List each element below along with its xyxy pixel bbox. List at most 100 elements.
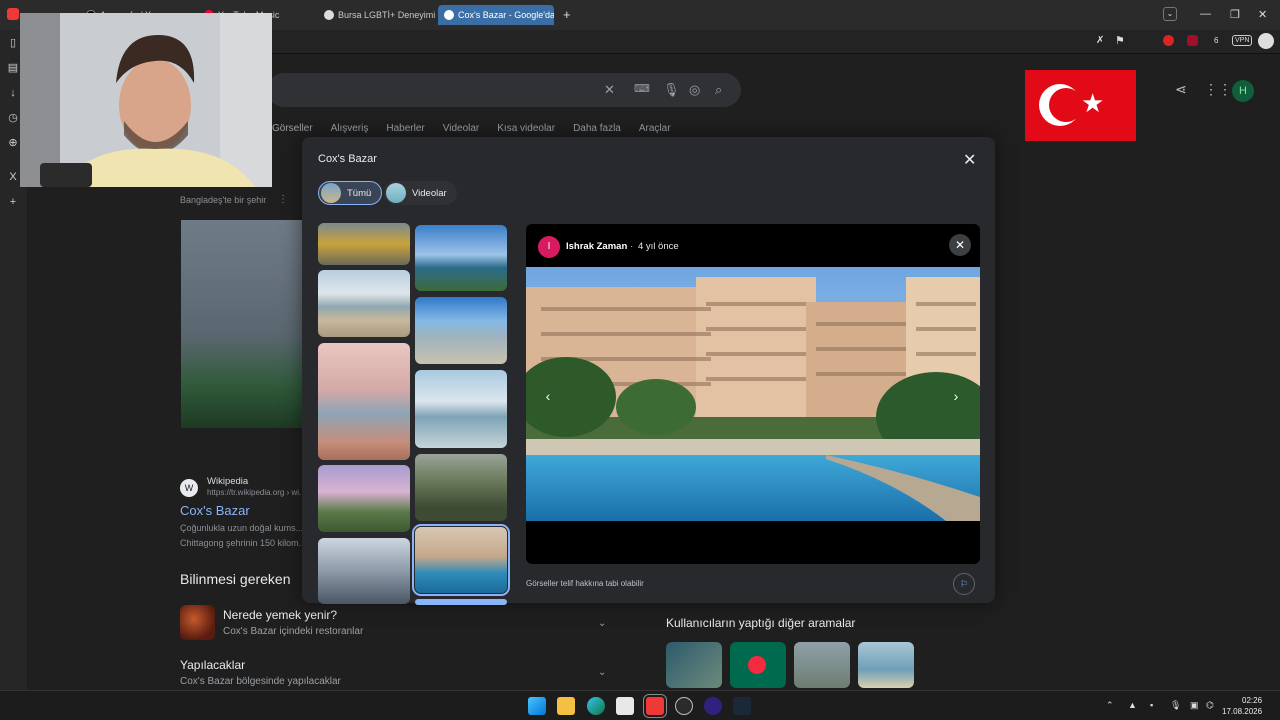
mic-icon[interactable]: 🎙 — [663, 82, 680, 98]
ublock-icon[interactable] — [1187, 35, 1198, 46]
author-name[interactable]: Ishrak Zaman — [566, 241, 627, 252]
maximize-button[interactable]: ❐ — [1230, 8, 1240, 21]
tray-app-icon[interactable]: ▣ — [1190, 700, 1199, 711]
bookmarks-panel-icon[interactable]: ▤ — [6, 61, 20, 75]
steam-icon[interactable] — [733, 697, 751, 715]
gallery-thumbnail[interactable] — [415, 225, 507, 291]
tab-list-chevron-icon[interactable]: ⌄ — [1163, 7, 1177, 21]
window-close-button[interactable]: ✕ — [1258, 8, 1267, 21]
tray-expand-icon[interactable]: ⌃ — [1106, 700, 1114, 711]
chevron-down-icon[interactable]: ⌄ — [598, 618, 606, 629]
clear-search-icon[interactable]: ✕ — [604, 82, 615, 98]
bookmark-icon[interactable]: ⚑ — [1115, 34, 1125, 47]
gallery-thumbnail[interactable] — [318, 538, 410, 604]
downloads-panel-icon[interactable]: ↓ — [6, 86, 20, 100]
author-avatar[interactable]: I — [538, 236, 560, 258]
tab-videos[interactable]: Videolar — [443, 123, 480, 134]
clock-date: 17.08.2026 — [1222, 707, 1263, 716]
gallery-thumbnail-selected[interactable] — [412, 524, 510, 596]
accordion-title[interactable]: Nerede yemek yenir? — [223, 608, 337, 622]
chip-videos[interactable]: Videolar — [384, 181, 457, 205]
translate-icon[interactable]: ✗ — [1096, 35, 1104, 46]
gallery-thumbnail[interactable] — [318, 465, 410, 532]
vivaldi-menu-icon[interactable] — [7, 8, 19, 20]
share-icon[interactable]: ⋖ — [1175, 81, 1187, 98]
gallery-thumbnail[interactable] — [415, 454, 507, 521]
close-icon[interactable]: ✕ — [963, 150, 976, 170]
gallery-thumbnail[interactable] — [318, 270, 410, 337]
tab-shopping[interactable]: Alışveriş — [331, 123, 369, 134]
tab-bursa-lgbti[interactable]: Bursa LGBTİ+ Deneyimi Öz — [318, 5, 436, 25]
windows-taskbar: ⌃ ▲ ▪ 🎙 ▣ ⌬ 02:26 17.08.2026 — [0, 690, 1280, 720]
chatgpt-icon[interactable] — [675, 697, 693, 715]
search-icon[interactable]: ⌕ — [715, 82, 722, 98]
gallery-thumbnail[interactable] — [415, 297, 507, 364]
gallery-thumbnail[interactable] — [415, 599, 507, 605]
chip-all[interactable]: Tümü — [318, 181, 383, 205]
chevron-right-icon[interactable]: › — [946, 386, 966, 406]
tab-more[interactable]: Daha fazla — [573, 123, 621, 134]
system-clock[interactable]: 02:26 17.08.2026 — [1222, 695, 1262, 717]
turkey-flag-image: ★ — [1025, 70, 1136, 141]
profile-avatar[interactable] — [1258, 33, 1274, 49]
accordion-subtitle: Cox's Bazar içindeki restoranlar — [223, 626, 364, 637]
x-panel-icon[interactable]: X — [6, 170, 20, 184]
camera-icon[interactable]: ◎ — [689, 82, 700, 98]
panel-toggle-icon[interactable]: ▯ — [6, 36, 20, 50]
bangladesh-flag-disc — [748, 656, 766, 674]
chevron-left-icon[interactable]: ‹ — [538, 386, 558, 406]
file-explorer-icon[interactable] — [557, 697, 575, 715]
mic-icon[interactable]: 🎙 — [1170, 700, 1181, 711]
tray-app-icon[interactable]: ▪ — [1150, 700, 1153, 710]
account-avatar[interactable]: H — [1232, 80, 1254, 102]
hotel-pool-photo[interactable] — [526, 267, 980, 521]
tab-tools[interactable]: Araçlar — [639, 123, 671, 134]
edge-icon[interactable] — [587, 697, 605, 715]
obs-icon[interactable] — [704, 697, 722, 715]
notification-count[interactable]: 6 — [1214, 36, 1218, 45]
history-panel-icon[interactable]: ◷ — [6, 111, 20, 125]
network-icon[interactable]: ⌬ — [1206, 700, 1214, 711]
related-search-thumb[interactable] — [794, 642, 850, 688]
wiki-snippet: Chittagong şehrinin 150 kilom... — [180, 538, 307, 548]
tray-app-icon[interactable]: ▲ — [1128, 700, 1137, 710]
store-icon[interactable] — [616, 697, 634, 715]
minimize-button[interactable]: — — [1200, 8, 1211, 20]
start-button[interactable] — [528, 697, 546, 715]
tab-images[interactable]: Görseller — [272, 123, 313, 134]
city-photo[interactable] — [181, 220, 302, 428]
tab-short-videos[interactable]: Kısa videolar — [497, 123, 555, 134]
gallery-thumbnail[interactable] — [318, 223, 410, 265]
tab-google-search[interactable]: Cox's Bazar - Google'da Ar — [438, 5, 554, 25]
accordion-subtitle: Cox's Bazar bölgesinde yapılacaklar — [180, 676, 341, 687]
flag-icon[interactable]: ⚐ — [953, 573, 975, 595]
gallery-thumbnail[interactable] — [318, 343, 410, 460]
webcam-overlay — [20, 13, 272, 187]
related-search-thumb[interactable] — [666, 642, 722, 688]
close-icon[interactable]: ✕ — [949, 234, 971, 256]
reading-list-icon[interactable]: ⊕ — [6, 136, 20, 150]
more-options-icon[interactable]: ⋮ — [278, 194, 288, 205]
wiki-title-link[interactable]: Cox's Bazar — [180, 503, 250, 518]
gallery-thumbnail[interactable] — [415, 370, 507, 448]
vivaldi-taskbar-icon[interactable] — [643, 694, 667, 718]
section-heading: Bilinmesi gereken — [180, 571, 291, 587]
hotel-pool-illustration — [526, 267, 980, 521]
vpn-button[interactable]: VPN — [1232, 35, 1253, 46]
related-searches-heading: Kullanıcıların yaptığı diğer aramalar — [666, 616, 856, 630]
apps-icon[interactable]: ⋮⋮ — [1204, 81, 1232, 98]
keyboard-icon[interactable]: ⌨ — [634, 82, 650, 95]
image-viewer-dialog: Cox's Bazar ✕ Tümü Videolar I Ishrak Zam… — [302, 137, 995, 605]
separator: · — [630, 241, 634, 252]
extension-icon[interactable] — [1163, 35, 1174, 46]
add-panel-icon[interactable]: + — [6, 195, 20, 209]
accordion-title[interactable]: Yapılacaklar — [180, 658, 245, 672]
related-search-thumb[interactable] — [858, 642, 914, 688]
wiki-url: https://tr.wikipedia.org › wi... — [207, 488, 306, 497]
search-box[interactable]: ✕ ⌨ 🎙 ◎ ⌕ — [267, 73, 741, 107]
related-search-thumb[interactable] — [730, 642, 786, 688]
chip-label: Videolar — [412, 187, 447, 199]
chevron-down-icon[interactable]: ⌄ — [598, 667, 606, 678]
tab-news[interactable]: Haberler — [386, 123, 424, 134]
new-tab-button[interactable]: + — [563, 7, 571, 22]
